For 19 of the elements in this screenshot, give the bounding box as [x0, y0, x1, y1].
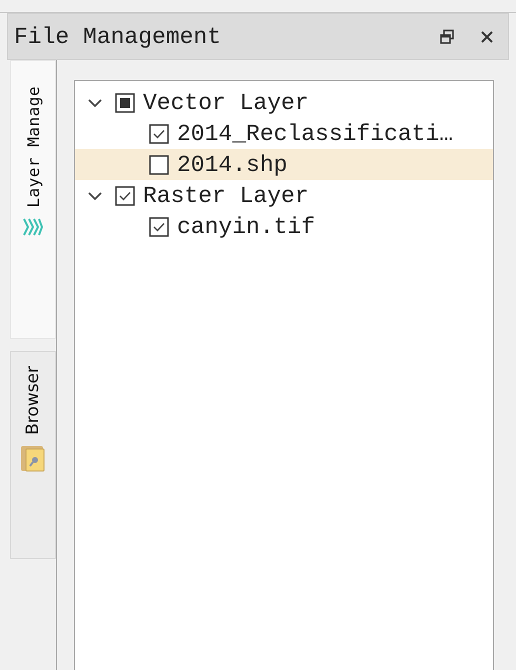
tree-row[interactable]: Vector Layer — [75, 87, 493, 118]
checkbox[interactable] — [149, 154, 169, 174]
tree-row[interactable]: 2014_Reclassificati… — [75, 118, 493, 149]
layers-icon — [23, 216, 43, 238]
panel-title: File Management — [14, 24, 222, 50]
partial-checkbox[interactable] — [115, 92, 135, 112]
layer-name[interactable]: Raster Layer — [143, 182, 309, 208]
layer-name[interactable]: canyin.tif — [177, 214, 316, 240]
checked-checkbox[interactable] — [149, 124, 169, 144]
layer-name[interactable]: Vector Layer — [143, 90, 309, 116]
checked-checkbox[interactable] — [149, 216, 169, 236]
layer-name[interactable]: 2014.shp — [177, 152, 288, 178]
side-tab[interactable]: Layer Manage — [10, 60, 56, 339]
tree-row[interactable]: 2014.shp — [75, 149, 493, 180]
layer-name[interactable]: 2014_Reclassificati… — [177, 120, 454, 146]
tree-row[interactable]: Raster Layer — [75, 180, 493, 211]
checked-checkbox[interactable] — [115, 186, 135, 206]
tree-row[interactable]: canyin.tif — [75, 211, 493, 242]
side-tab[interactable]: Browser — [10, 351, 56, 559]
